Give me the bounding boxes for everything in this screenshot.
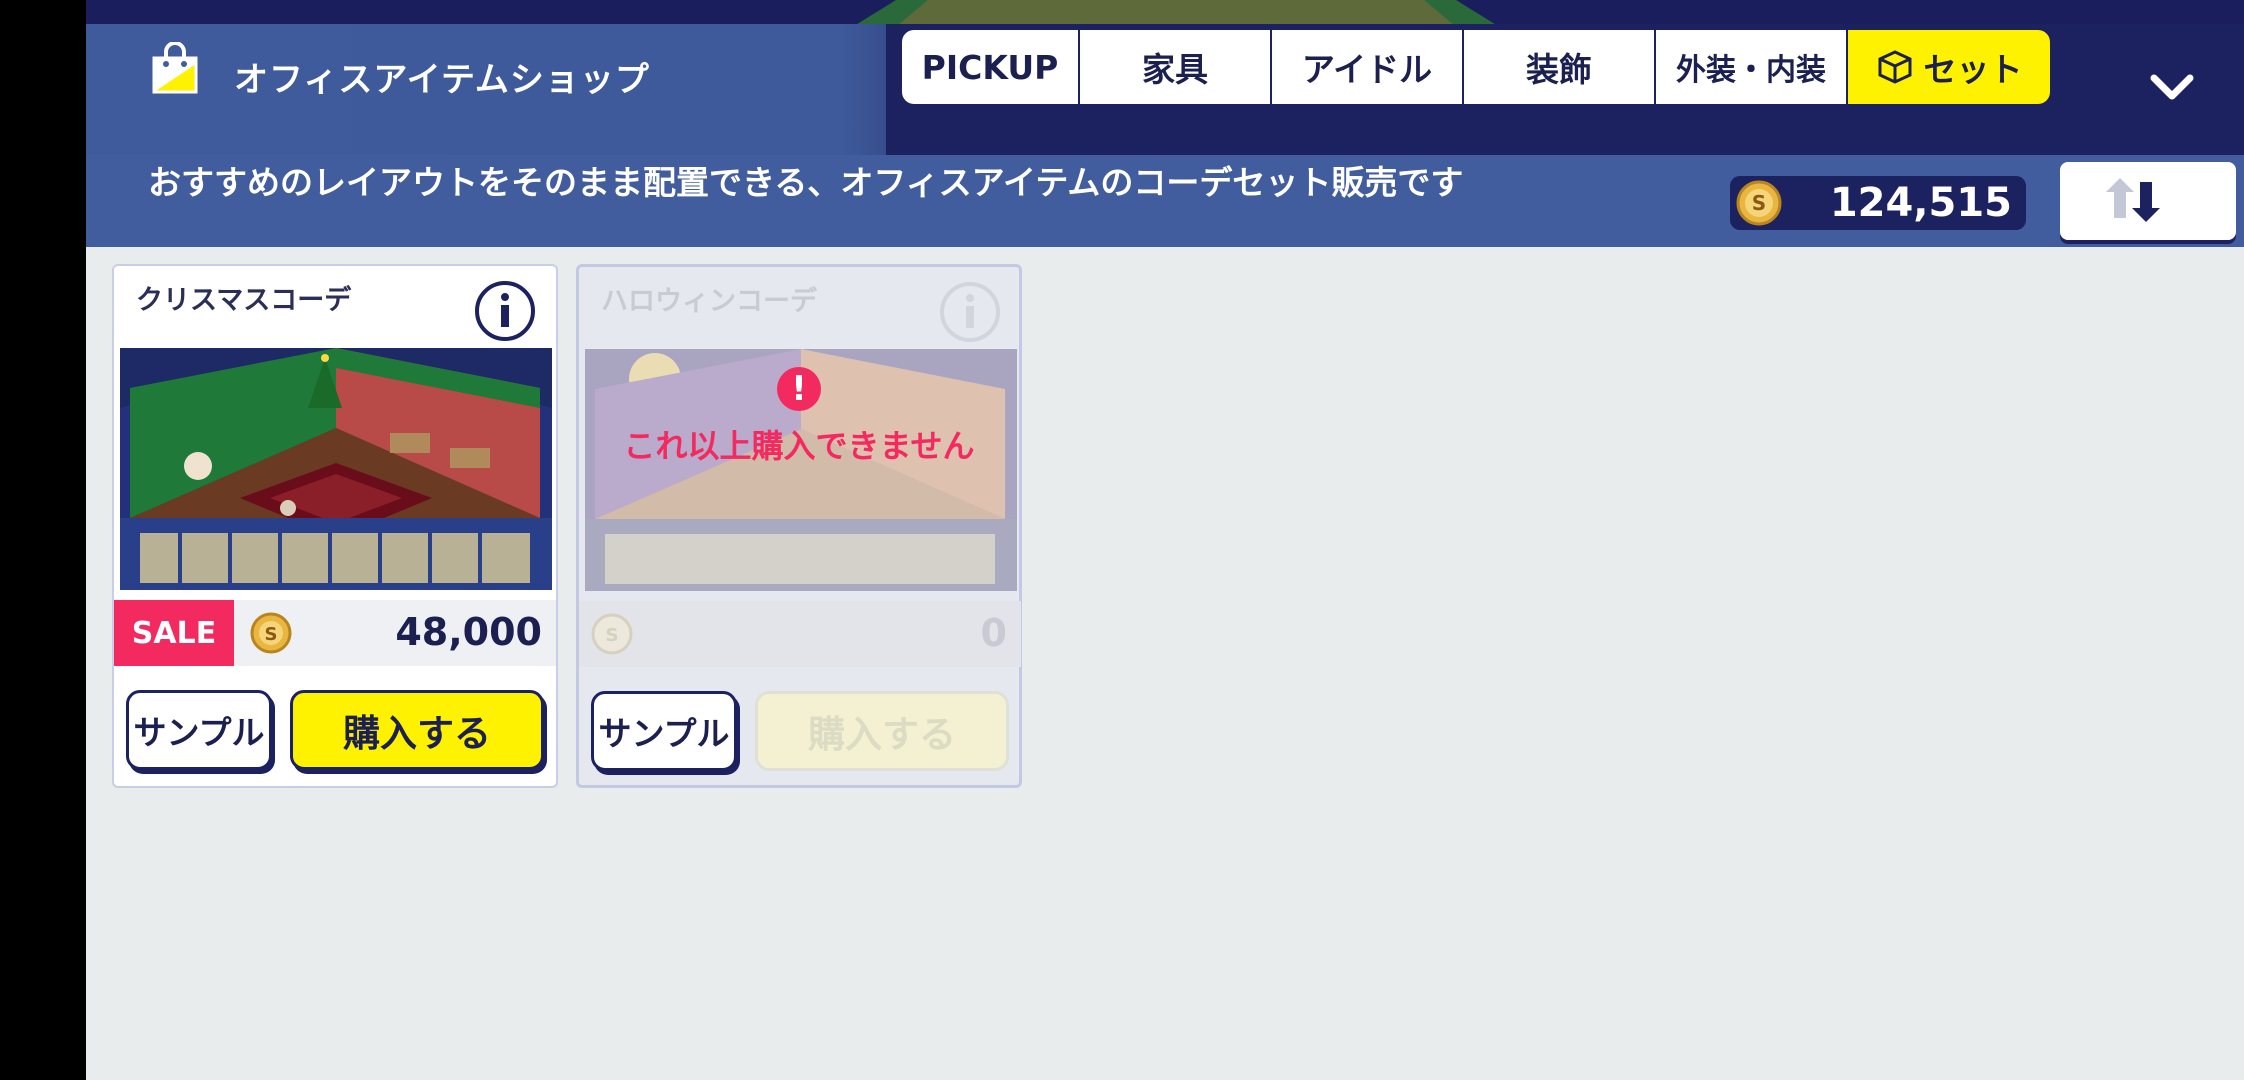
svg-text:S: S xyxy=(1752,191,1766,215)
item-title: ハロウィンコーデ xyxy=(601,286,817,317)
tab-exterior-interior[interactable]: 外装・内装 xyxy=(1656,30,1848,104)
tab-pickup[interactable]: PICKUP xyxy=(902,30,1080,104)
tab-set-label: セット xyxy=(1923,50,2023,89)
background-scene xyxy=(86,0,2244,26)
tab-decoration[interactable]: 装飾 xyxy=(1464,30,1656,104)
coin-icon: S xyxy=(591,613,633,655)
item-card-christmas[interactable]: クリスマスコーデ SALE S 48,000 サンプル 購入する xyxy=(112,264,558,788)
warning-text: これ以上購入できません xyxy=(623,427,975,465)
coin-icon: S xyxy=(250,612,292,654)
sample-button[interactable]: サンプル xyxy=(126,690,272,770)
shopping-bag-icon xyxy=(152,42,198,94)
shop-description: おすすめのレイアウトをそのまま配置できる、オフィスアイテムのコーデセット販売です xyxy=(148,163,1464,202)
svg-text:S: S xyxy=(265,624,278,645)
tab-set[interactable]: セット xyxy=(1848,30,2050,104)
item-price: 48,000 xyxy=(395,610,542,654)
box-icon xyxy=(1878,50,1911,84)
tab-idol[interactable]: アイドル xyxy=(1272,30,1464,104)
item-card-halloween[interactable]: ハロウィンコーデ ! これ以上購入できません S 0 サンプル 購入する xyxy=(576,264,1022,788)
info-icon[interactable] xyxy=(474,280,536,342)
chevron-down-icon[interactable] xyxy=(2144,60,2200,116)
shop-title: オフィスアイテムショップ xyxy=(234,60,650,100)
price-row: SALE S 48,000 xyxy=(114,600,556,666)
left-edge xyxy=(0,0,86,1080)
coin-icon: S xyxy=(1736,180,1782,226)
tab-furniture[interactable]: 家具 xyxy=(1080,30,1272,104)
sale-badge: SALE xyxy=(114,600,234,666)
buy-button[interactable]: 購入する xyxy=(290,690,544,770)
sort-button[interactable] xyxy=(2060,162,2236,240)
svg-text:S: S xyxy=(606,625,619,646)
info-icon[interactable] xyxy=(939,281,1001,343)
buy-button-disabled: 購入する xyxy=(755,691,1009,771)
purchase-limit-warning: ! これ以上購入できません xyxy=(579,367,1019,467)
exclamation-icon: ! xyxy=(777,367,821,411)
price-row: S 0 xyxy=(579,601,1021,667)
coin-amount: 124,515 xyxy=(1829,180,2012,226)
category-tabs: PICKUP 家具 アイドル 装飾 外装・内装 セット xyxy=(902,30,2050,104)
coin-balance: S 124,515 xyxy=(1730,176,2026,230)
shop-screen: オフィスアイテムショップ PICKUP 家具 アイドル 装飾 外装・内装 セット… xyxy=(86,0,2244,1080)
item-title: クリスマスコーデ xyxy=(136,285,352,316)
sample-button[interactable]: サンプル xyxy=(591,691,737,771)
christmas-room-preview xyxy=(120,348,552,590)
item-price: 0 xyxy=(980,611,1007,655)
sort-arrows-icon xyxy=(2106,178,2160,222)
